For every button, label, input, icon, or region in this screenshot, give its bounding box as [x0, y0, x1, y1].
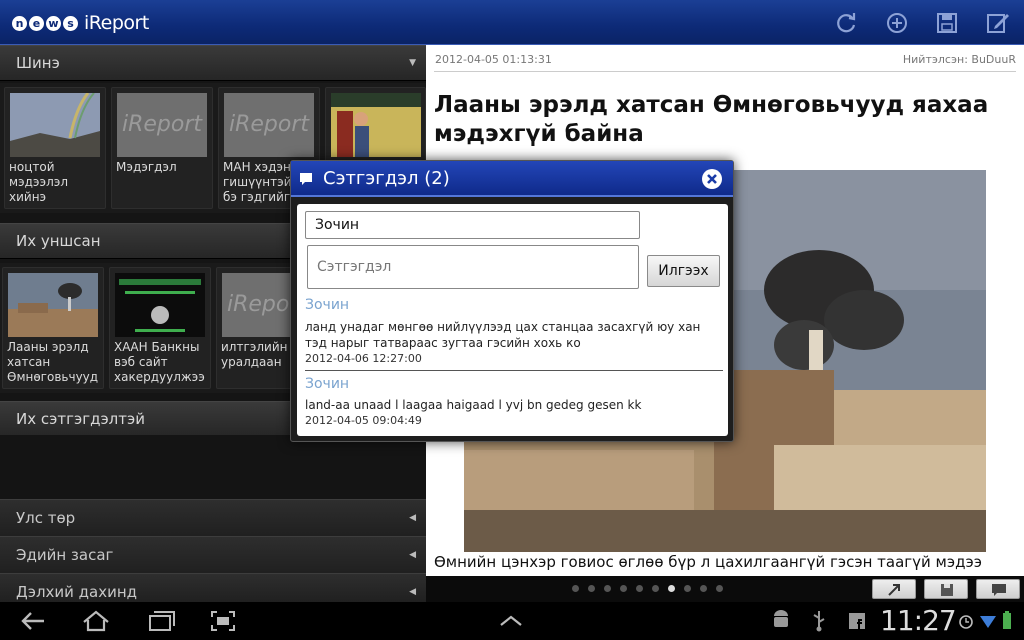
news-tile[interactable]: Лааны эрэлд хатсан Өмнөговьчууд: [2, 267, 104, 389]
page-dot[interactable]: [572, 585, 579, 592]
save-icon: [941, 584, 953, 596]
news-tile[interactable]: ноцтой мэдээлэл хийнэ: [4, 87, 106, 209]
home-icon[interactable]: [80, 608, 112, 634]
most-commented-area: [0, 435, 426, 499]
news-tile[interactable]: ХААН Банкны вэб сайт хакердуулжээ: [109, 267, 211, 389]
wifi-icon: [980, 616, 996, 628]
system-bar: 11:27: [0, 602, 1024, 640]
facebook-icon: [849, 613, 865, 629]
usb-icon: [813, 611, 825, 632]
comment-author: Зочин: [305, 297, 350, 313]
article-date: 2012-04-05 01:13:31: [435, 53, 552, 66]
section-header-new[interactable]: Шинэ ▼: [0, 45, 426, 81]
chevron-up-icon[interactable]: [497, 608, 525, 634]
recent-apps-icon[interactable]: [146, 608, 176, 634]
article-title: Лааны эрэлд хатсан Өмнөговьчууд яахаа мэ…: [434, 92, 989, 147]
page-dot[interactable]: [588, 585, 595, 592]
dialog-title: Сэтгэгдэл (2): [323, 168, 450, 189]
comments-dialog: Сэтгэгдэл (2) Зочин Сэтгэгдэл Илгээх Зоч…: [290, 160, 734, 442]
dialog-header: Сэтгэгдэл (2): [291, 161, 733, 197]
clock: 11:27: [880, 604, 957, 637]
news-logo: news: [12, 15, 78, 31]
dialog-body: Зочин Сэтгэгдэл Илгээх Зочин ланд унадаг…: [297, 204, 728, 436]
page-dot[interactable]: [684, 585, 691, 592]
send-button[interactable]: Илгээх: [647, 255, 720, 287]
tile-caption: ноцтой мэдээлэл хийнэ: [9, 160, 69, 204]
rainbow-photo-thumbnail: [10, 93, 100, 157]
section-title: Их сэтгэгдэлтэй: [16, 410, 145, 428]
battery-icon: [1003, 611, 1011, 629]
hacked-site-thumbnail: [115, 273, 205, 337]
name-field[interactable]: Зочин: [305, 211, 640, 239]
expand-arrow-icon: ◀: [409, 550, 416, 560]
back-icon[interactable]: [18, 608, 48, 634]
android-debug-icon: [774, 610, 788, 627]
save-icon[interactable]: [934, 10, 960, 36]
comment-text: ланд унадаг мөнгөө нийлүүлээд цах станца…: [305, 320, 701, 350]
comment-divider: [305, 370, 723, 371]
section-title: Их уншсан: [16, 232, 101, 250]
news-tile[interactable]: iReport Мэдэгдэл: [111, 87, 213, 209]
page-dot[interactable]: [716, 585, 723, 592]
tile-caption: Лааны эрэлд хатсан Өмнөговьчууд: [7, 340, 99, 384]
category-label: Дэлхий дахинд: [16, 583, 138, 601]
share-arrow-icon: [888, 584, 900, 596]
page-dot[interactable]: [604, 585, 611, 592]
comment-button[interactable]: [976, 579, 1020, 599]
save-article-button[interactable]: [924, 579, 968, 599]
close-icon[interactable]: [701, 168, 723, 190]
tile-caption: ХААН Банкны вэб сайт хакердуулжээ: [114, 340, 205, 384]
factory-photo-thumbnail: [8, 273, 98, 337]
article-body: Өмнийн цэнхэр говиос өглөө бүр л цахилга…: [434, 553, 982, 571]
ireport-placeholder-thumbnail: iReport: [224, 93, 314, 157]
page-dot[interactable]: [652, 585, 659, 592]
section-title: Шинэ: [16, 54, 60, 72]
comment-input[interactable]: Сэтгэгдэл: [307, 245, 639, 289]
comment-text: land-aa unaad l laagaa haigaad l yvj bn …: [305, 398, 642, 412]
comment-date: 2012-04-05 09:04:49: [305, 414, 422, 427]
comment-author: Зочин: [305, 376, 350, 392]
alarm-icon: [959, 615, 973, 629]
comment-icon: [300, 173, 312, 185]
ireport-placeholder-thumbnail: iReport: [117, 93, 207, 157]
category-label: Эдийн засаг: [16, 546, 114, 564]
collapse-arrow-icon: ▼: [409, 58, 416, 68]
page-dot[interactable]: [620, 585, 627, 592]
share-button[interactable]: [872, 579, 916, 599]
category-economy[interactable]: Эдийн засаг ◀: [0, 536, 426, 573]
category-politics[interactable]: Улс төр ◀: [0, 499, 426, 536]
add-icon[interactable]: [884, 10, 910, 36]
article-author: Нийтэлсэн: BuDuuR: [902, 53, 1016, 66]
page-dot[interactable]: [636, 585, 643, 592]
category-label: Улс төр: [16, 509, 76, 527]
edit-icon[interactable]: [985, 10, 1011, 36]
screenshot-icon[interactable]: [208, 608, 238, 634]
app-logo: news iReport: [12, 11, 149, 35]
tile-caption: Мэдэгдэл: [116, 160, 177, 174]
divider: [434, 71, 1016, 72]
poster-thumbnail: [331, 93, 421, 157]
refresh-icon[interactable]: [833, 10, 859, 36]
comment-date: 2012-04-06 12:27:00: [305, 352, 422, 365]
category-world[interactable]: Дэлхий дахинд ◀: [0, 573, 426, 602]
article-pager: [426, 576, 1024, 602]
app-title: iReport: [84, 12, 149, 34]
page-dot[interactable]: [700, 585, 707, 592]
app-header: news iReport: [0, 0, 1024, 45]
page-dot-active[interactable]: [668, 585, 675, 592]
expand-arrow-icon: ◀: [409, 513, 416, 523]
comment-icon: [992, 584, 1006, 596]
